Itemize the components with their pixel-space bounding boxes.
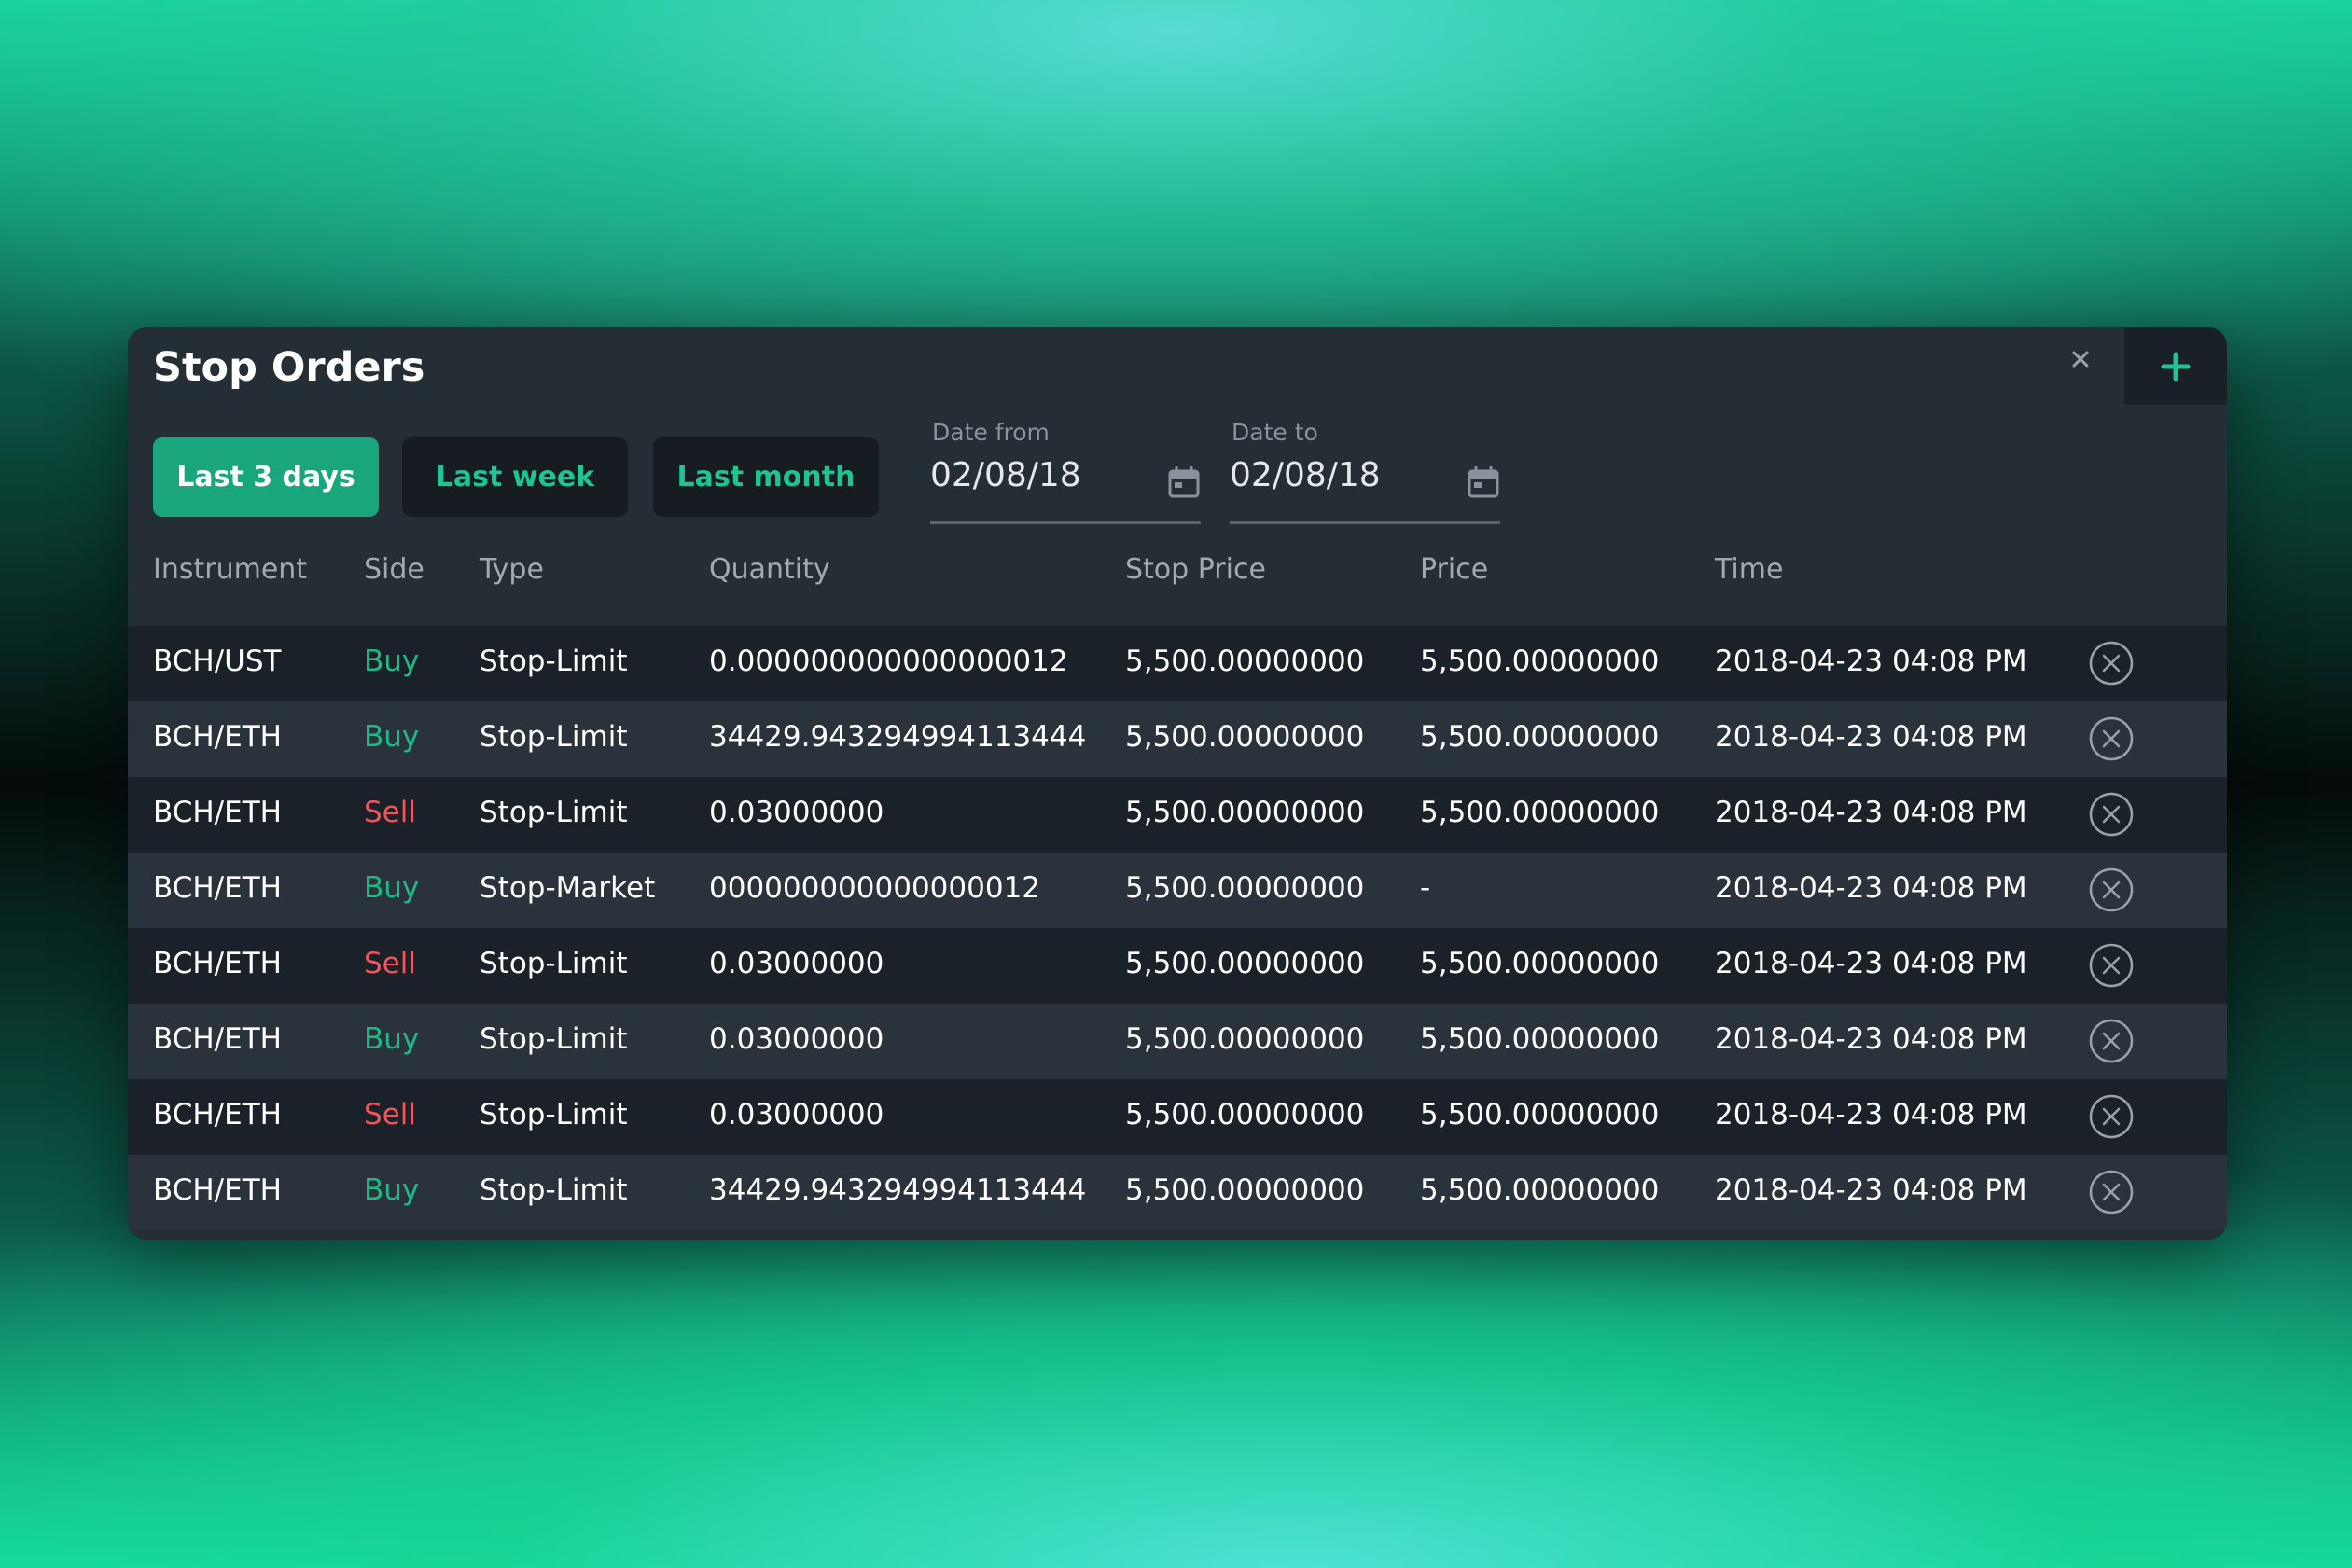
table-row[interactable]: BCH/ETH Sell Stop-Limit 0.03000000 5,500.000… (128, 928, 2227, 1004)
cell-type: Stop-Limit (480, 1173, 628, 1207)
cell-stop-price: 5,500.00000000 (1125, 1098, 1365, 1131)
cell-price: 5,500.00000000 (1420, 796, 1660, 829)
cell-time: 2018-04-23 04:08 PM (1715, 1022, 2027, 1056)
table-row[interactable]: BCH/ETH Buy Stop-Limit 0.03000000 5,500.0000… (128, 1004, 2227, 1079)
cell-side: Buy (364, 645, 420, 678)
date-to-label: Date to (1232, 419, 1318, 446)
cell-type: Stop-Limit (480, 720, 628, 754)
cell-type: Stop-Limit (480, 1098, 628, 1131)
column-header-stop-price[interactable]: Stop Price (1125, 553, 1266, 586)
cell-instrument: BCH/ETH (153, 947, 282, 980)
cell-side: Buy (364, 871, 420, 905)
cell-time: 2018-04-23 04:08 PM (1715, 947, 2027, 980)
cell-stop-price: 5,500.00000000 (1125, 871, 1365, 905)
cell-quantity: 0.03000000 (709, 1022, 884, 1056)
cancel-circle-icon[interactable] (2088, 715, 2135, 762)
orders-table-body: BCH/UST Buy Stop-Limit 0.000000000000000012… (128, 626, 2227, 1230)
cell-instrument: BCH/ETH (153, 871, 282, 905)
close-button[interactable] (2062, 340, 2099, 378)
cell-stop-price: 5,500.00000000 (1125, 947, 1365, 980)
cell-time: 2018-04-23 04:08 PM (1715, 871, 2027, 905)
cell-instrument: BCH/ETH (153, 1022, 282, 1056)
cell-price: 5,500.00000000 (1420, 1022, 1660, 1056)
close-icon (2072, 351, 2089, 368)
cell-instrument: BCH/ETH (153, 720, 282, 754)
cell-side: Buy (364, 1173, 420, 1207)
cell-type: Stop-Market (480, 871, 656, 905)
cell-stop-price: 5,500.00000000 (1125, 645, 1365, 678)
cell-time: 2018-04-23 04:08 PM (1715, 1098, 2027, 1131)
date-to-input[interactable] (1230, 456, 1444, 494)
cell-price: 5,500.00000000 (1420, 1098, 1660, 1131)
panel-title: Stop Orders (153, 344, 425, 391)
cell-side: Sell (364, 947, 416, 980)
column-header-quantity[interactable]: Quantity (709, 553, 830, 586)
stop-orders-panel: Stop Orders Last 3 days Last week Last m… (128, 327, 2227, 1240)
date-from-input[interactable] (930, 456, 1145, 494)
filter-last-week-button[interactable]: Last week (402, 437, 628, 517)
cell-time: 2018-04-23 04:08 PM (1715, 796, 2027, 829)
add-order-button[interactable] (2124, 327, 2227, 405)
cancel-circle-icon[interactable] (2088, 1093, 2135, 1140)
cell-price: 5,500.00000000 (1420, 645, 1660, 678)
date-from-label: Date from (932, 419, 1050, 446)
cell-side: Buy (364, 1022, 420, 1056)
column-header-price[interactable]: Price (1420, 553, 1488, 586)
cell-quantity: 0.03000000 (709, 1098, 884, 1131)
cell-price: - (1420, 871, 1431, 905)
column-header-type[interactable]: Type (480, 553, 544, 586)
calendar-icon[interactable] (1167, 465, 1201, 499)
cell-quantity: 34429.943294994113444 (709, 1173, 1087, 1207)
table-row[interactable]: BCH/ETH Buy Stop-Limit 34429.94329499411344… (128, 1155, 2227, 1230)
cell-side: Sell (364, 1098, 416, 1131)
cell-quantity: 0.03000000 (709, 796, 884, 829)
column-header-side[interactable]: Side (364, 553, 424, 586)
column-header-instrument[interactable]: Instrument (153, 553, 307, 586)
table-row[interactable]: BCH/ETH Sell Stop-Limit 0.03000000 5,500.000… (128, 1079, 2227, 1155)
cell-side: Sell (364, 796, 416, 829)
cell-price: 5,500.00000000 (1420, 1173, 1660, 1207)
cell-time: 2018-04-23 04:08 PM (1715, 1173, 2027, 1207)
cell-type: Stop-Limit (480, 947, 628, 980)
cell-type: Stop-Limit (480, 645, 628, 678)
cell-type: Stop-Limit (480, 796, 628, 829)
filter-last-month-button[interactable]: Last month (653, 437, 879, 517)
cell-instrument: BCH/ETH (153, 796, 282, 829)
column-header-time[interactable]: Time (1715, 553, 1783, 586)
cell-instrument: BCH/ETH (153, 1098, 282, 1131)
cell-quantity: 0.000000000000000012 (709, 645, 1068, 678)
cell-price: 5,500.00000000 (1420, 947, 1660, 980)
cancel-circle-icon[interactable] (2088, 942, 2135, 989)
filter-last-3-days-button[interactable]: Last 3 days (153, 437, 379, 517)
cell-quantity: 0.03000000 (709, 947, 884, 980)
calendar-icon[interactable] (1467, 465, 1500, 499)
cell-stop-price: 5,500.00000000 (1125, 720, 1365, 754)
cancel-circle-icon[interactable] (2088, 1169, 2135, 1215)
cell-type: Stop-Limit (480, 1022, 628, 1056)
cancel-circle-icon[interactable] (2088, 791, 2135, 838)
cell-instrument: BCH/UST (153, 645, 282, 678)
cell-stop-price: 5,500.00000000 (1125, 796, 1365, 829)
date-from-field: Date from (930, 419, 1201, 524)
cell-quantity: 000000000000000012 (709, 871, 1041, 905)
table-row[interactable]: BCH/UST Buy Stop-Limit 0.000000000000000012… (128, 626, 2227, 701)
cancel-circle-icon[interactable] (2088, 1018, 2135, 1064)
table-row[interactable]: BCH/ETH Buy Stop-Limit 34429.94329499411344… (128, 701, 2227, 777)
cell-time: 2018-04-23 04:08 PM (1715, 645, 2027, 678)
cell-stop-price: 5,500.00000000 (1125, 1173, 1365, 1207)
table-row[interactable]: BCH/ETH Sell Stop-Limit 0.03000000 5,500.000… (128, 777, 2227, 853)
plus-icon (2161, 352, 2191, 381)
cell-stop-price: 5,500.00000000 (1125, 1022, 1365, 1056)
cell-time: 2018-04-23 04:08 PM (1715, 720, 2027, 754)
cancel-circle-icon[interactable] (2088, 640, 2135, 687)
table-row[interactable]: BCH/ETH Buy Stop-Market 000000000000000012 5… (128, 853, 2227, 928)
cell-quantity: 34429.943294994113444 (709, 720, 1087, 754)
cell-instrument: BCH/ETH (153, 1173, 282, 1207)
table-header: Instrument Side Type Quantity Stop Price… (128, 544, 2227, 596)
cell-price: 5,500.00000000 (1420, 720, 1660, 754)
date-to-field: Date to (1230, 419, 1500, 524)
cancel-circle-icon[interactable] (2088, 867, 2135, 913)
cell-side: Buy (364, 720, 420, 754)
